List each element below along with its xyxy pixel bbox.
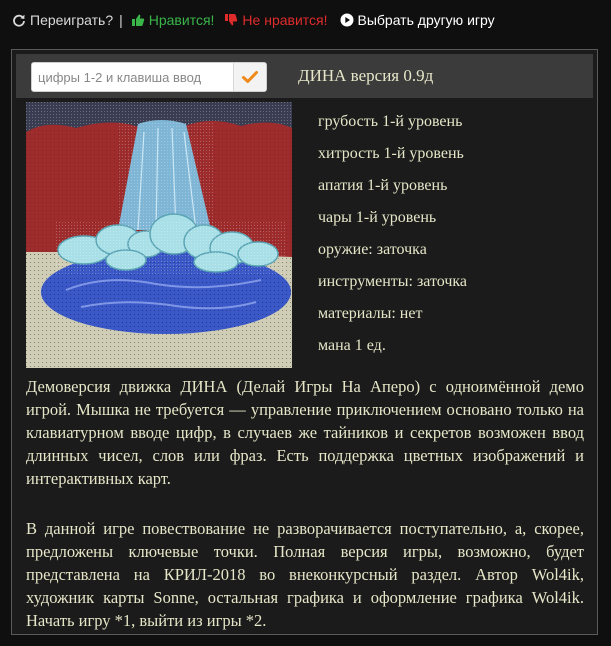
like-label: Нравится!: [148, 12, 215, 28]
scene-picture: [26, 102, 292, 368]
topbar-separator: |: [119, 12, 123, 28]
replay-link[interactable]: Переиграть?: [12, 12, 113, 28]
dislike-label: Не нравится!: [242, 12, 328, 28]
stat-line: грубость 1-й уровень: [318, 113, 463, 130]
character-stats: грубость 1-й уровень хитрость 1-й уровен…: [318, 112, 467, 368]
command-submit-button[interactable]: [233, 63, 266, 91]
game-frame: ДИНА версия 0.9д: [11, 49, 598, 635]
stat-line: материалы: нет: [318, 305, 423, 322]
stat-line: инструменты: заточка: [318, 273, 468, 290]
stat-line: оружие: заточка: [318, 241, 427, 258]
stat-line: хитрость 1-й уровень: [318, 145, 464, 162]
stat-line: мана 1 ед.: [318, 337, 386, 354]
command-input[interactable]: [32, 63, 233, 91]
description-paragraph: Демоверсия движка ДИНА (Делай Игры На Ап…: [26, 377, 584, 488]
stat-line: апатия 1-й уровень: [318, 177, 448, 194]
thumbs-up-icon: [131, 14, 144, 26]
like-link[interactable]: Нравится!: [131, 12, 215, 28]
choose-game-link[interactable]: Выбрать другую игру: [340, 12, 495, 28]
checkmark-icon: [242, 71, 258, 83]
top-bar: Переиграть? | Нравится! Не нравится! Выб…: [0, 0, 611, 40]
thumbs-down-icon: [225, 14, 238, 26]
description-paragraph: В данной игре повествование не разворачи…: [26, 519, 584, 630]
refresh-icon: [13, 14, 25, 27]
dislike-link[interactable]: Не нравится!: [224, 12, 328, 28]
game-title: ДИНА версия 0.9д: [298, 66, 434, 85]
replay-label: Переиграть?: [30, 12, 114, 28]
play-circle-icon: [340, 13, 353, 27]
choose-game-label: Выбрать другую игру: [357, 12, 495, 28]
command-box: [31, 62, 267, 92]
stat-line: чары 1-й уровень: [318, 209, 437, 226]
game-header: ДИНА версия 0.9д: [16, 54, 593, 98]
